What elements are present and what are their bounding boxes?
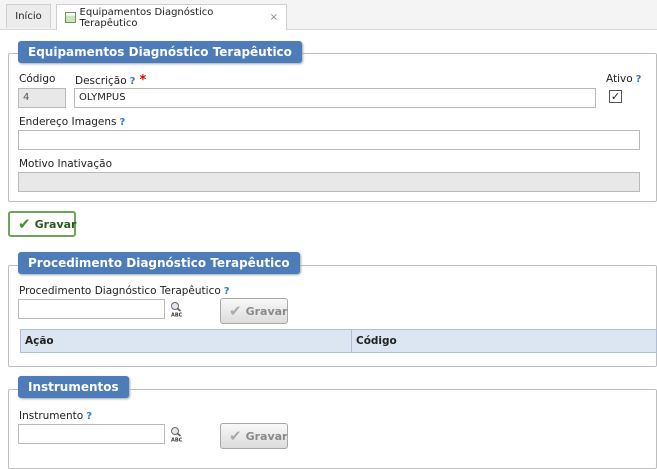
ativo-label: Ativo? bbox=[606, 73, 641, 85]
instrumento-input[interactable] bbox=[18, 424, 165, 444]
close-icon[interactable]: × bbox=[270, 12, 278, 23]
column-header-codigo[interactable]: Código bbox=[351, 330, 656, 352]
instrumentos-legend: Instrumentos bbox=[18, 376, 129, 398]
gravar-button[interactable]: ✔ Gravar bbox=[8, 211, 76, 237]
ativo-checkbox[interactable]: ✓ bbox=[609, 90, 622, 103]
tab-inicio[interactable]: Início bbox=[6, 4, 51, 28]
equipamentos-legend: Equipamentos Diagnóstico Terapêutico bbox=[18, 41, 302, 63]
check-icon: ✔ bbox=[229, 427, 242, 445]
procedimento-label: Procedimento Diagnóstico Terapêutico? bbox=[19, 285, 230, 297]
procedimento-legend: Procedimento Diagnóstico Terapêutico bbox=[18, 252, 300, 274]
check-icon: ✔ bbox=[18, 215, 31, 233]
help-icon[interactable]: ? bbox=[120, 117, 126, 128]
instrumento-label: Instrumento? bbox=[19, 410, 92, 422]
check-icon: ✔ bbox=[229, 302, 242, 320]
procedimento-grid-header: Ação Código bbox=[20, 329, 657, 353]
endereco-label-text: Endereço Imagens bbox=[19, 116, 117, 128]
endereco-label: Endereço Imagens? bbox=[19, 116, 125, 128]
svg-text:ABC: ABC bbox=[171, 438, 183, 443]
required-icon: * bbox=[139, 73, 147, 88]
help-icon[interactable]: ? bbox=[130, 76, 136, 87]
gravar-button-label: Gravar bbox=[34, 217, 77, 231]
procedimento-gravar-button[interactable]: ✔ Gravar bbox=[220, 298, 288, 324]
ativo-label-text: Ativo bbox=[606, 73, 633, 85]
search-abc-icon[interactable]: ABC bbox=[169, 426, 185, 442]
motivo-field bbox=[18, 172, 640, 192]
tab-equipamentos[interactable]: Equipamentos Diagnóstico Terapêutico × bbox=[56, 4, 287, 30]
procedimento-label-text: Procedimento Diagnóstico Terapêutico bbox=[19, 285, 221, 297]
help-icon[interactable]: ? bbox=[636, 74, 642, 85]
tab-inicio-label: Início bbox=[15, 11, 42, 22]
tab-equipamentos-label: Equipamentos Diagnóstico Terapêutico bbox=[79, 6, 214, 29]
tab-bar: Início Equipamentos Diagnóstico Terapêut… bbox=[0, 0, 657, 30]
descricao-field[interactable]: OLYMPUS bbox=[74, 88, 596, 108]
codigo-label: Código bbox=[19, 73, 56, 85]
instrumento-label-text: Instrumento bbox=[19, 410, 84, 422]
descricao-label-text: Descrição bbox=[75, 75, 127, 87]
instrumento-gravar-button[interactable]: ✔ Gravar bbox=[220, 423, 288, 449]
endereco-field[interactable] bbox=[18, 130, 640, 150]
descricao-label: Descrição? * bbox=[75, 73, 146, 88]
motivo-label: Motivo Inativação bbox=[19, 158, 112, 170]
help-icon[interactable]: ? bbox=[86, 411, 92, 422]
help-icon[interactable]: ? bbox=[224, 286, 230, 297]
procedimento-gravar-label: Gravar bbox=[245, 304, 288, 318]
codigo-field: 4 bbox=[18, 88, 66, 108]
table-icon bbox=[65, 12, 76, 23]
procedimento-input[interactable] bbox=[18, 299, 165, 319]
column-header-acao[interactable]: Ação bbox=[21, 330, 351, 352]
svg-text:ABC: ABC bbox=[171, 313, 183, 318]
search-abc-icon[interactable]: ABC bbox=[169, 301, 185, 317]
instrumento-gravar-label: Gravar bbox=[245, 429, 288, 443]
